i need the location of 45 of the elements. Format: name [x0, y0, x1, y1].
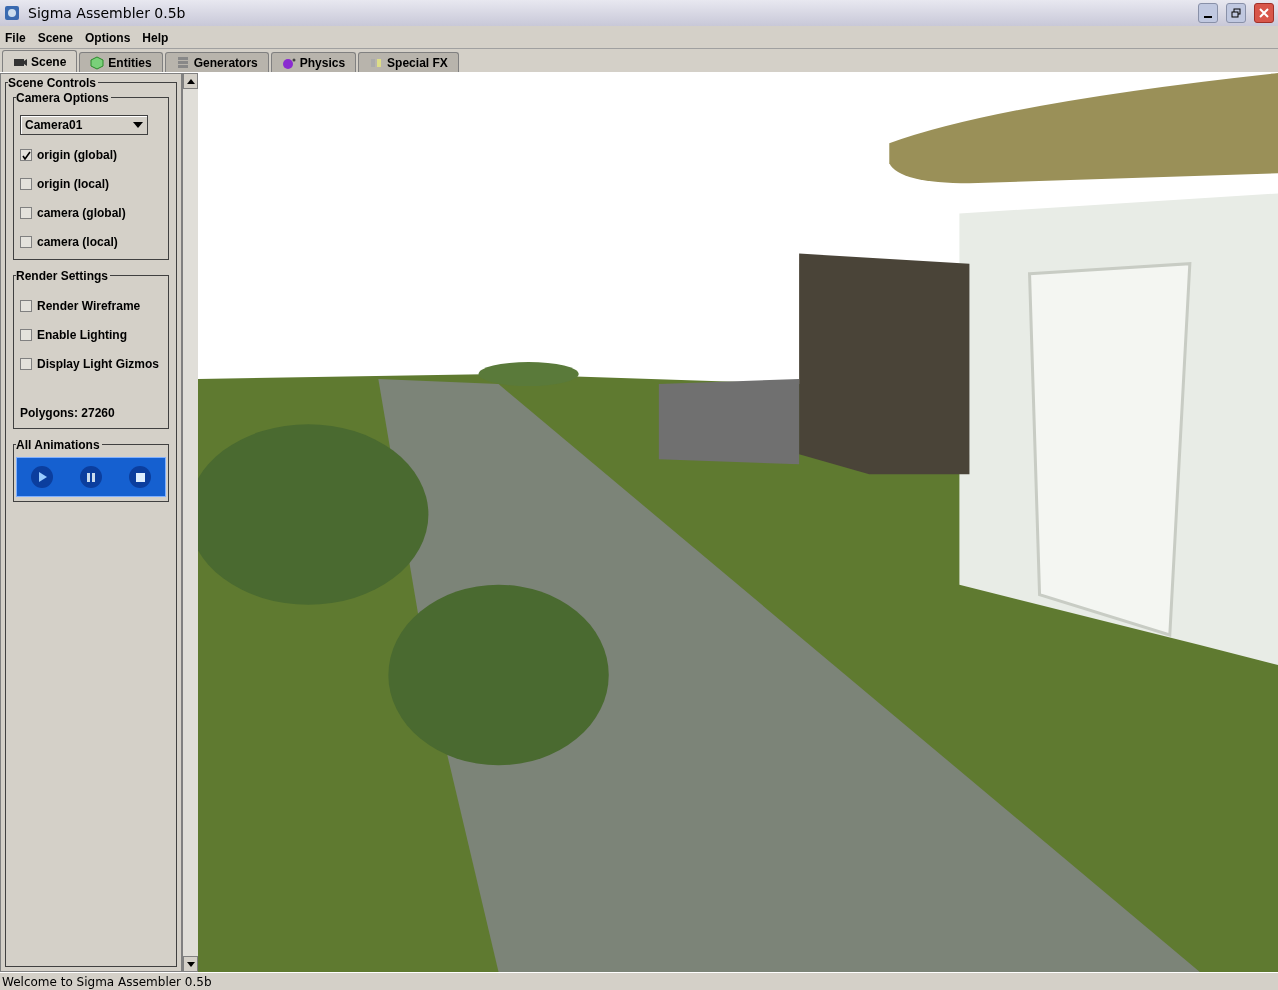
menu-item[interactable]: Scene — [37, 28, 74, 47]
tab[interactable]: Special FX — [358, 52, 459, 72]
stop-button[interactable] — [129, 466, 152, 488]
checkbox[interactable] — [20, 207, 32, 219]
menu-item[interactable]: File — [5, 28, 26, 47]
camera-dropdown[interactable]: Camera01 — [20, 115, 148, 135]
restore-icon — [1231, 8, 1241, 18]
down-arrow-icon — [186, 961, 195, 967]
up-arrow-icon — [186, 78, 195, 84]
scroll-down-button[interactable] — [183, 956, 198, 972]
checkbox-label: origin (local) — [37, 176, 109, 193]
app-icon — [4, 5, 20, 21]
polygon-count: Polygons: 27260 — [20, 405, 116, 422]
status-bar-text: Welcome to Sigma Assembler 0.5b — [0, 972, 1278, 990]
checkbox-label: Display Light Gizmos — [37, 356, 159, 373]
play-button[interactable] — [30, 466, 53, 488]
pause-button[interactable] — [80, 466, 102, 488]
checkbox[interactable] — [20, 300, 32, 312]
stack-icon — [175, 55, 190, 70]
cube-icon — [90, 55, 105, 70]
checkbox[interactable] — [20, 358, 32, 370]
window-title: Sigma Assembler 0.5b — [28, 3, 187, 23]
tab[interactable]: Physics — [270, 52, 357, 72]
tab[interactable]: Scene — [2, 50, 78, 72]
play-icon — [36, 472, 47, 482]
menu-item[interactable]: Help — [142, 28, 169, 47]
scroll-up-button[interactable] — [183, 73, 198, 89]
close-icon — [1259, 8, 1269, 18]
tab[interactable]: Entities — [79, 52, 163, 72]
checkbox-label: camera (local) — [37, 234, 118, 251]
checkbox-label: Enable Lighting — [37, 327, 127, 344]
close-button[interactable] — [1254, 3, 1274, 23]
tab[interactable]: Generators — [164, 52, 269, 72]
checkbox-label: Render Wireframe — [37, 298, 141, 315]
checkbox[interactable] — [20, 236, 32, 248]
checkbox[interactable] — [20, 178, 32, 190]
checkbox[interactable] — [20, 329, 32, 341]
checkbox-label: camera (global) — [37, 205, 126, 222]
minimize-button[interactable] — [1198, 3, 1218, 23]
menu-item[interactable]: Options — [85, 28, 131, 47]
caret-icon — [133, 122, 143, 128]
checkbox[interactable] — [20, 149, 32, 161]
checkbox-label: origin (global) — [37, 147, 117, 164]
restore-button[interactable] — [1226, 3, 1246, 23]
vertical-scrollbar[interactable] — [182, 73, 198, 972]
